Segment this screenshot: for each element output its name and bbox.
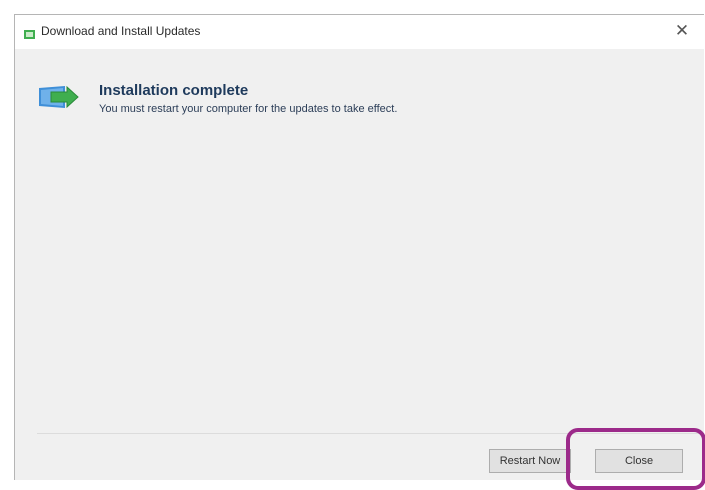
restart-now-button[interactable]: Restart Now: [489, 449, 571, 473]
status-message: You must restart your computer for the u…: [99, 103, 398, 115]
status-heading: Installation complete: [99, 82, 249, 99]
update-dialog: Download and Install Updates ✕ Installat…: [14, 14, 704, 480]
highlight-annotation: [566, 428, 705, 490]
windows-update-icon: [37, 82, 79, 112]
window-title: Download and Install Updates: [41, 24, 201, 38]
title-bar: Download and Install Updates ✕: [15, 15, 704, 49]
close-icon[interactable]: ✕: [669, 19, 695, 43]
update-icon: [24, 26, 35, 39]
